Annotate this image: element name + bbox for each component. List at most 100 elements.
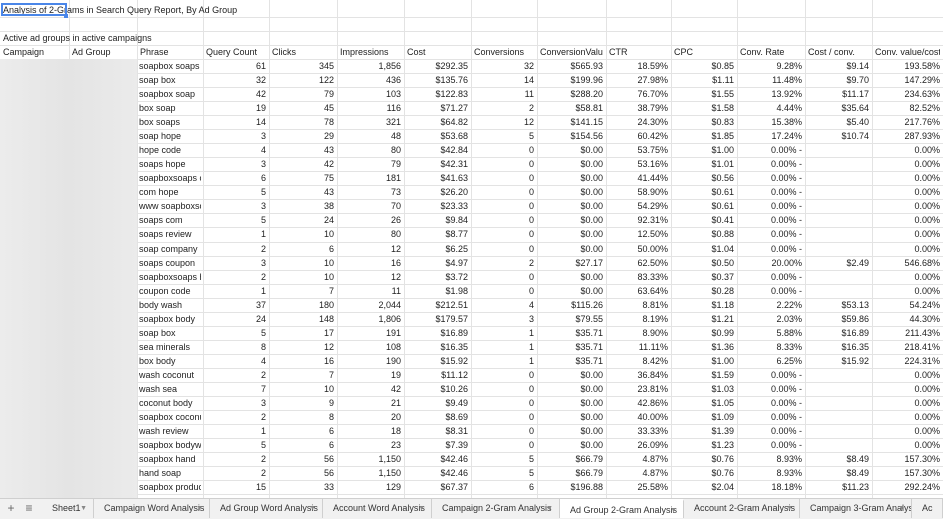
table-cell[interactable]: $0.99 <box>673 326 734 340</box>
tab-dropdown-icon[interactable]: ▼ <box>670 501 677 518</box>
table-cell[interactable]: $0.00 <box>539 368 603 382</box>
table-cell[interactable]: 0 <box>473 396 534 410</box>
table-cell[interactable]: 0.00% <box>874 270 940 284</box>
table-cell[interactable]: 2.22% <box>739 298 802 312</box>
table-cell[interactable]: 147.29% <box>874 73 940 87</box>
column-header-campaign[interactable]: Campaign <box>3 45 66 59</box>
table-cell[interactable] <box>807 270 869 284</box>
table-cell[interactable]: 8.93% <box>739 466 802 480</box>
table-cell[interactable]: 0.00% - <box>739 424 802 438</box>
table-cell[interactable]: 6 <box>271 242 334 256</box>
table-cell[interactable]: 2 <box>473 256 534 270</box>
table-cell[interactable]: 5 <box>473 452 534 466</box>
table-cell[interactable]: 0.00% - <box>739 143 802 157</box>
table-cell[interactable]: 0 <box>473 382 534 396</box>
table-cell[interactable]: 33 <box>271 480 334 494</box>
table-cell[interactable]: $0.41 <box>673 213 734 227</box>
table-cell[interactable]: 17 <box>271 326 334 340</box>
table-cell[interactable]: 8.42% <box>608 354 668 368</box>
all-sheets-menu-icon[interactable]: ≡ <box>22 499 36 518</box>
table-cell[interactable]: 23.81% <box>608 382 668 396</box>
table-cell[interactable]: 7 <box>205 382 266 396</box>
table-cell[interactable]: 76.70% <box>608 87 668 101</box>
table-cell[interactable]: $2.04 <box>673 480 734 494</box>
table-cell[interactable]: 11 <box>339 284 401 298</box>
table-cell[interactable]: $199.96 <box>539 73 603 87</box>
table-cell[interactable]: 0.00% <box>874 157 940 171</box>
table-cell[interactable]: $1.00 <box>673 143 734 157</box>
table-cell[interactable]: 218.41% <box>874 340 940 354</box>
table-cell[interactable]: 217.76% <box>874 115 940 129</box>
table-cell[interactable]: $565.93 <box>539 59 603 73</box>
table-cell[interactable]: 8 <box>271 410 334 424</box>
tab-dropdown-icon[interactable]: ▼ <box>546 499 553 518</box>
table-cell[interactable]: $0.76 <box>673 452 734 466</box>
table-cell[interactable]: 108 <box>339 340 401 354</box>
table-cell[interactable] <box>807 157 869 171</box>
table-cell[interactable]: 62.50% <box>608 256 668 270</box>
table-cell[interactable]: $11.17 <box>807 87 869 101</box>
table-cell[interactable]: 20.00% <box>739 256 802 270</box>
table-cell[interactable]: soapbox soaps <box>139 59 201 73</box>
table-cell[interactable]: 190 <box>339 354 401 368</box>
table-cell[interactable]: 4 <box>205 354 266 368</box>
table-cell[interactable]: $53.13 <box>807 298 869 312</box>
table-cell[interactable]: 292.24% <box>874 480 940 494</box>
sheet-tab[interactable]: Ad Group 2-Gram Analysis ▼ <box>560 499 684 518</box>
table-cell[interactable]: $16.35 <box>406 340 468 354</box>
table-cell[interactable]: hope code <box>139 143 201 157</box>
table-cell[interactable] <box>807 410 869 424</box>
table-cell[interactable]: 0.00% - <box>739 227 802 241</box>
table-cell[interactable]: 6 <box>205 171 266 185</box>
table-cell[interactable]: 1 <box>473 354 534 368</box>
table-cell[interactable]: 9 <box>271 396 334 410</box>
table-cell[interactable]: 79 <box>271 87 334 101</box>
table-cell[interactable]: coupon code <box>139 284 201 298</box>
table-cell[interactable] <box>807 368 869 382</box>
tab-dropdown-icon[interactable]: ▼ <box>309 499 316 518</box>
table-cell[interactable]: 42 <box>205 87 266 101</box>
table-cell[interactable]: 157.30% <box>874 466 940 480</box>
table-cell[interactable]: $3.72 <box>406 270 468 284</box>
table-cell[interactable]: $0.28 <box>673 284 734 298</box>
table-cell[interactable]: $196.88 <box>539 480 603 494</box>
table-cell[interactable]: 0 <box>473 199 534 213</box>
table-cell[interactable]: soaps com <box>139 213 201 227</box>
table-cell[interactable]: $8.69 <box>406 410 468 424</box>
table-cell[interactable]: 0 <box>473 227 534 241</box>
table-cell[interactable]: $2.49 <box>807 256 869 270</box>
table-cell[interactable]: $66.79 <box>539 466 603 480</box>
sheet-tab[interactable]: Campaign Word Analysis ▼ <box>94 499 210 518</box>
table-cell[interactable]: 70 <box>339 199 401 213</box>
table-cell[interactable]: $0.83 <box>673 115 734 129</box>
column-header-impressions[interactable]: Impressions <box>340 45 401 59</box>
column-header-cost-conv[interactable]: Cost / conv. <box>808 45 869 59</box>
table-cell[interactable]: $0.00 <box>539 410 603 424</box>
table-cell[interactable]: $9.84 <box>406 213 468 227</box>
table-cell[interactable]: 8.19% <box>608 312 668 326</box>
table-cell[interactable]: 43 <box>271 185 334 199</box>
table-cell[interactable]: 1,856 <box>339 59 401 73</box>
column-header-conv-rate[interactable]: Conv. Rate <box>740 45 802 59</box>
table-cell[interactable]: 1,150 <box>339 452 401 466</box>
table-cell[interactable]: soap box <box>139 73 201 87</box>
table-cell[interactable]: 0 <box>473 368 534 382</box>
table-cell[interactable]: $15.92 <box>807 354 869 368</box>
table-cell[interactable]: $122.83 <box>406 87 468 101</box>
table-cell[interactable]: 2 <box>205 270 266 284</box>
table-cell[interactable]: $212.51 <box>406 298 468 312</box>
column-header-cpc[interactable]: CPC <box>674 45 734 59</box>
table-cell[interactable]: $41.63 <box>406 171 468 185</box>
table-cell[interactable]: $0.00 <box>539 284 603 298</box>
table-cell[interactable]: 12 <box>339 270 401 284</box>
table-cell[interactable]: $5.40 <box>807 115 869 129</box>
table-cell[interactable]: 5.88% <box>739 326 802 340</box>
table-cell[interactable]: $59.86 <box>807 312 869 326</box>
table-cell[interactable]: 0 <box>473 213 534 227</box>
table-cell[interactable]: 27.98% <box>608 73 668 87</box>
table-cell[interactable]: 0 <box>473 157 534 171</box>
table-cell[interactable]: 3 <box>473 312 534 326</box>
table-cell[interactable]: $53.68 <box>406 129 468 143</box>
table-cell[interactable]: 0.00% - <box>739 213 802 227</box>
table-cell[interactable]: 42 <box>339 382 401 396</box>
